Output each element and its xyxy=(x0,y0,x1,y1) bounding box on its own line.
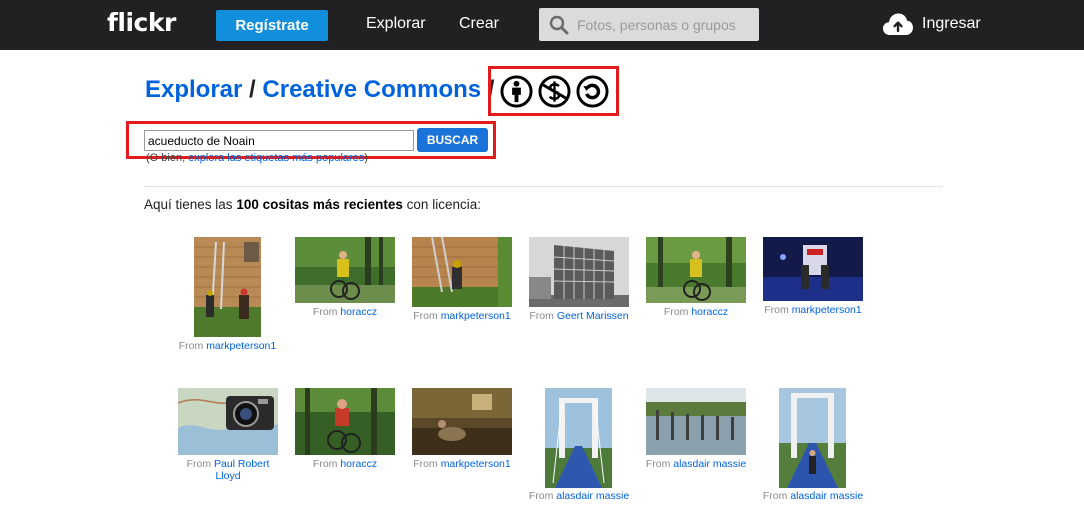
flickr-logo[interactable]: flickr xyxy=(107,8,176,37)
results-intro: Aquí tienes las 100 cositas más reciente… xyxy=(144,197,481,212)
from-label: From xyxy=(529,310,554,322)
photo-thumbnail[interactable] xyxy=(194,237,261,337)
photo-caption: From alasdair massie xyxy=(631,458,761,470)
author-link[interactable]: horaccz xyxy=(340,306,377,318)
author-link[interactable]: horaccz xyxy=(691,306,728,318)
author-link[interactable]: horaccz xyxy=(340,458,377,470)
breadcrumb-explore-link[interactable]: Explorar xyxy=(145,76,242,103)
search-button[interactable]: BUSCAR xyxy=(417,128,488,152)
from-label: From xyxy=(413,458,438,470)
from-label: From xyxy=(186,458,212,470)
photo-caption: From horaccz xyxy=(280,458,410,470)
from-label: From xyxy=(178,340,204,352)
author-link[interactable]: Paul Robert xyxy=(214,458,269,470)
hint-prefix: (O bien, xyxy=(146,152,189,164)
search-input[interactable]: Fotos, personas o grupos xyxy=(539,8,759,41)
author-link[interactable]: markpeterson1 xyxy=(792,304,862,316)
photo-caption: From horaccz xyxy=(631,306,761,318)
photo-thumbnail[interactable] xyxy=(295,388,395,455)
photo-caption: From alasdair massie xyxy=(748,490,878,502)
photo-thumbnail[interactable] xyxy=(646,388,746,455)
search-placeholder: Fotos, personas o grupos xyxy=(577,17,736,33)
photo-caption: From markpeterson1 xyxy=(748,304,878,316)
nav-explore-link[interactable]: Explorar xyxy=(366,15,426,33)
from-label: From xyxy=(764,304,789,316)
author-link[interactable]: markpeterson1 xyxy=(441,458,511,470)
intro-text-before: Aquí tienes las xyxy=(144,197,237,212)
intro-text-after: con licencia: xyxy=(402,197,481,212)
intro-text-bold: 100 cositas más recientes xyxy=(236,197,403,212)
photo-caption: From markpeterson1 xyxy=(397,310,527,322)
photo-thumbnail[interactable] xyxy=(178,388,278,455)
photo-caption: From horaccz xyxy=(280,306,410,318)
attribution-icon[interactable] xyxy=(500,75,533,108)
sharealike-icon[interactable] xyxy=(576,75,609,108)
search-icon xyxy=(549,15,569,35)
from-label: From xyxy=(663,306,689,318)
author-link[interactable]: markpeterson1 xyxy=(206,340,276,352)
author-link[interactable]: markpeterson1 xyxy=(441,310,511,322)
author-link[interactable]: alasdair massie xyxy=(556,490,629,502)
cc-search-input[interactable] xyxy=(144,130,414,151)
popular-tags-hint: (O bien, explora las etiquetas más popul… xyxy=(146,152,368,164)
photo-thumbnail[interactable] xyxy=(412,388,512,455)
author-link[interactable]: alasdair massie xyxy=(673,458,746,470)
from-label: From xyxy=(413,310,438,322)
breadcrumb-creative-commons-link[interactable]: Creative Commons xyxy=(262,76,481,103)
photo-thumbnail[interactable] xyxy=(763,237,863,301)
from-label: From xyxy=(312,306,338,318)
photo-caption: From markpeterson1 xyxy=(164,340,291,352)
author-link[interactable]: Geert Marissen xyxy=(557,310,629,322)
section-divider xyxy=(144,186,942,187)
top-navigation-bar: flickr Regístrate Explorar Crear Fotos, … xyxy=(0,0,1084,50)
photo-thumbnail[interactable] xyxy=(412,237,512,307)
photo-caption: From Geert Marissen xyxy=(514,310,644,322)
popular-tags-link[interactable]: explora las etiquetas más populares xyxy=(188,152,364,164)
photo-thumbnail[interactable] xyxy=(295,237,395,303)
from-label: From xyxy=(762,490,788,502)
photo-caption: From markpeterson1 xyxy=(397,458,527,470)
photo-thumbnail[interactable] xyxy=(545,388,612,488)
photo-thumbnail[interactable] xyxy=(529,237,629,307)
from-label: From xyxy=(312,458,338,470)
noncommercial-icon[interactable] xyxy=(538,75,571,108)
signup-button[interactable]: Regístrate xyxy=(216,10,328,41)
author-link[interactable]: alasdair massie xyxy=(790,490,863,502)
photo-caption: From alasdair massie xyxy=(514,490,644,502)
author-link[interactable]: Lloyd xyxy=(215,470,240,482)
hint-suffix: ) xyxy=(364,152,368,164)
login-link[interactable]: Ingresar xyxy=(922,15,981,33)
from-label: From xyxy=(645,458,671,470)
photo-thumbnail[interactable] xyxy=(646,237,746,303)
cloud-upload-icon[interactable] xyxy=(882,12,914,36)
photo-caption: From Paul Robert Lloyd xyxy=(163,458,293,482)
page-title: Explorar / Creative Commons / xyxy=(145,76,494,104)
breadcrumb-separator: / xyxy=(249,76,256,103)
from-label: From xyxy=(528,490,554,502)
nav-create-link[interactable]: Crear xyxy=(459,15,499,33)
photo-thumbnail[interactable] xyxy=(779,388,846,488)
